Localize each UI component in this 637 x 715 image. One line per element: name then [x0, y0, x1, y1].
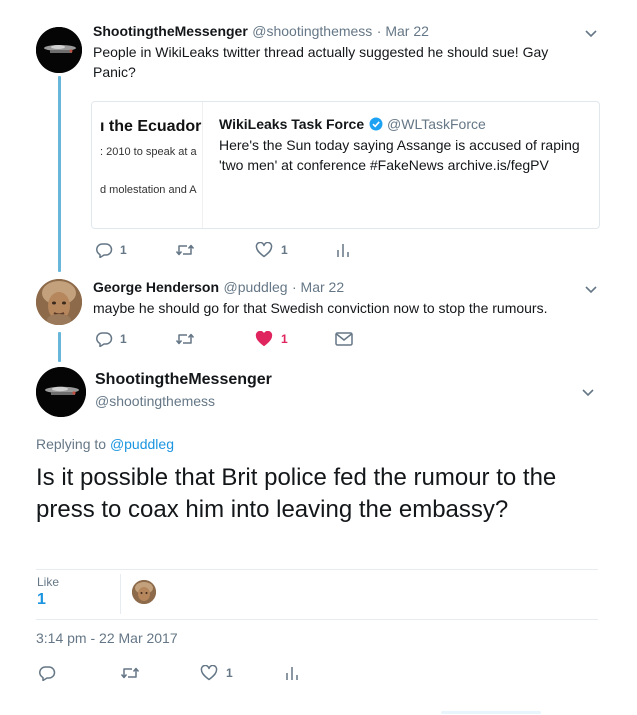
- tweet-actions: 1 1: [95, 240, 351, 260]
- replying-to: Replying to @puddleg: [36, 436, 174, 452]
- reply-icon: [96, 243, 113, 258]
- tweet-text: maybe he should go for that Swedish conv…: [93, 300, 548, 316]
- thread-line: [58, 76, 61, 272]
- quote-header: WikiLeaks Task Force @WLTaskForce: [219, 116, 486, 134]
- divider: [120, 574, 121, 614]
- likes-label: Like: [37, 575, 60, 589]
- verified-icon: [369, 117, 383, 131]
- divider: [36, 569, 598, 570]
- quote-image[interactable]: ı the Ecuadoria : 2010 to speak at a d m…: [92, 102, 203, 228]
- tweet-header: George Henderson @puddleg · Mar 22: [93, 279, 344, 297]
- reply-button[interactable]: 1: [95, 242, 175, 258]
- message-icon: [335, 332, 353, 346]
- avatar[interactable]: [36, 27, 82, 73]
- quote-image-line: : 2010 to speak at a: [100, 146, 197, 158]
- direct-message-button[interactable]: [335, 332, 353, 346]
- like-button[interactable]: 1: [255, 331, 335, 347]
- reply-icon: [39, 666, 56, 681]
- like-button[interactable]: 1: [255, 242, 335, 258]
- like-count: 1: [281, 332, 288, 346]
- tweet-actions: 1 1: [95, 329, 353, 349]
- retweet-icon: [120, 667, 140, 679]
- quote-author-handle: @WLTaskForce: [387, 116, 486, 132]
- quote-image-heading: ı the Ecuadoria: [100, 118, 202, 135]
- liker-avatar[interactable]: [132, 580, 156, 604]
- tweet-text: People in WikiLeaks twitter thread actua…: [93, 44, 549, 80]
- tweet-date[interactable]: · Mar 22: [377, 23, 429, 39]
- author-name[interactable]: George Henderson: [93, 279, 219, 295]
- retweet-button[interactable]: [120, 665, 200, 681]
- author-name[interactable]: ShootingtheMessenger: [95, 371, 272, 389]
- reply-count: 1: [120, 332, 127, 346]
- author-handle[interactable]: @shootingthemess: [95, 393, 215, 409]
- like-count: 1: [281, 243, 288, 257]
- tweet-header: ShootingtheMessenger @shootingthemess · …: [93, 23, 429, 41]
- author-handle[interactable]: @shootingthemess: [252, 23, 372, 39]
- avatar[interactable]: [36, 367, 86, 417]
- tweet-date[interactable]: · Mar 22: [292, 279, 344, 295]
- main-tweet-text: Is it possible that Brit police fed the …: [36, 464, 557, 523]
- chevron-down-icon[interactable]: [584, 282, 598, 296]
- retweet-button[interactable]: [175, 242, 255, 258]
- quoted-tweet[interactable]: ı the Ecuadoria : 2010 to speak at a d m…: [91, 101, 600, 229]
- retweet-icon: [175, 333, 195, 345]
- thread-line: [58, 332, 61, 362]
- likes-count[interactable]: 1: [37, 591, 46, 609]
- heart-icon: [255, 331, 273, 347]
- reply-box-edge: [441, 711, 541, 714]
- replying-to-link[interactable]: @puddleg: [110, 436, 174, 452]
- heart-icon: [200, 665, 218, 681]
- reply-count: 1: [120, 243, 127, 257]
- author-handle[interactable]: @puddleg: [223, 279, 287, 295]
- reply-button[interactable]: [38, 665, 120, 681]
- quote-author-name: WikiLeaks Task Force: [219, 116, 365, 132]
- like-button[interactable]: 1: [200, 665, 284, 681]
- reply-icon: [96, 332, 113, 347]
- divider: [36, 619, 598, 620]
- quote-image-line: d molestation and A: [100, 184, 197, 196]
- replying-to-label: Replying to: [36, 436, 107, 452]
- retweet-icon: [175, 244, 195, 256]
- chevron-down-icon[interactable]: [581, 385, 595, 399]
- analytics-icon: [286, 667, 298, 680]
- heart-icon: [255, 242, 273, 258]
- tweet-actions: 1: [38, 663, 300, 683]
- quote-text: Here's the Sun today saying Assange is a…: [219, 137, 580, 173]
- analytics-button[interactable]: [335, 242, 351, 258]
- reply-button[interactable]: 1: [95, 331, 175, 347]
- author-name[interactable]: ShootingtheMessenger: [93, 23, 248, 39]
- chevron-down-icon[interactable]: [584, 26, 598, 40]
- analytics-button[interactable]: [284, 665, 300, 681]
- avatar[interactable]: [36, 279, 82, 325]
- analytics-icon: [337, 244, 349, 257]
- tweet-timestamp[interactable]: 3:14 pm - 22 Mar 2017: [36, 630, 178, 646]
- like-count: 1: [226, 666, 233, 680]
- retweet-button[interactable]: [175, 331, 255, 347]
